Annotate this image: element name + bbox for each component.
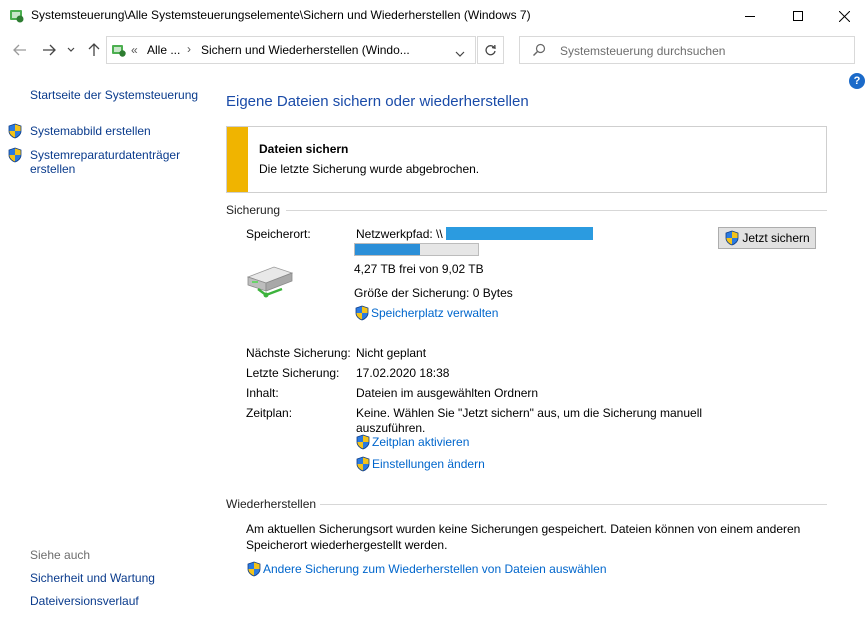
enable-schedule-link[interactable]: Zeitplan aktivieren [372,435,469,449]
back-arrow-icon [13,44,26,56]
breadcrumb-backup-restore[interactable]: Sichern und Wiederherstellen (Windo... [201,43,410,57]
drive-usage-bar [354,243,479,256]
window-title: Systemsteuerung\Alle Systemsteuerungsele… [31,8,531,22]
last-backup-value: 17.02.2020 18:38 [356,366,450,380]
sidebar-item-repair-disc-line2: erstellen [30,162,76,176]
back-button[interactable] [10,40,30,60]
maximize-icon [793,11,803,21]
drive-usage-fill [355,244,420,255]
backup-section-divider [286,210,827,211]
backup-size-text: Größe der Sicherung: 0 Bytes [354,286,513,300]
sidebar-item-repair-disc-line1: Systemreparaturdatenträger [30,148,181,162]
forward-arrow-icon [43,44,56,56]
uac-shield-icon [7,147,23,163]
manage-space-link[interactable]: Speicherplatz verwalten [371,306,498,320]
search-box[interactable]: Systemsteuerung durchsuchen [519,36,855,64]
uac-shield-icon [355,434,371,450]
uac-shield-icon [7,123,23,139]
refresh-button[interactable] [477,36,504,64]
chevron-down-icon [67,47,75,52]
contents-value: Dateien im ausgewählten Ordnern [356,386,539,400]
change-settings-link[interactable]: Einstellungen ändern [372,457,485,471]
alert-title: Dateien sichern [259,142,349,156]
help-button[interactable]: ? [849,73,865,89]
uac-shield-icon [724,230,740,246]
breadcrumb-separator[interactable]: › [187,42,191,56]
forward-button[interactable] [39,40,59,60]
backup-alert-panel: Dateien sichern Die letzte Sicherung wur… [226,126,827,193]
up-arrow-icon [88,43,100,56]
location-label: Speicherort: [246,227,311,241]
search-icon [532,43,546,60]
last-backup-label: Letzte Sicherung: [246,366,340,380]
recent-locations-button[interactable] [64,40,78,60]
breadcrumb-overflow[interactable]: « [131,43,138,57]
restore-section-heading: Wiederherstellen [226,497,317,511]
schedule-value-line2: auszuführen. [356,421,426,435]
uac-shield-icon [354,305,370,321]
uac-shield-icon [246,561,262,577]
next-backup-label: Nächste Sicherung: [246,346,351,360]
see-also-file-history[interactable]: Dateiversionsverlauf [30,594,139,608]
restore-section-divider [320,504,827,505]
contents-label: Inhalt: [246,386,279,400]
select-other-backup-link[interactable]: Andere Sicherung zum Wiederherstellen vo… [263,562,607,576]
sidebar-item-repair-disc[interactable]: Systemreparaturdatenträger erstellen [30,148,180,176]
restore-message-line1: Am aktuellen Sicherungsort wurden keine … [246,522,801,536]
schedule-value: Keine. Wählen Sie "Jetzt sichern" aus, u… [356,406,703,420]
backup-section-heading: Sicherung [226,203,281,217]
uac-shield-icon [355,456,371,472]
backup-now-button[interactable]: Jetzt sichern [718,227,816,249]
restore-message-line2: Speicherort wiederhergestellt werden. [246,538,448,552]
network-path-redaction [446,227,593,240]
search-placeholder: Systemsteuerung durchsuchen [560,44,726,58]
location-value: Netzwerkpfad: \\ [356,227,443,241]
backup-now-label: Jetzt sichern [742,231,810,245]
sidebar-home-link[interactable]: Startseite der Systemsteuerung [30,88,198,102]
alert-warning-bar [227,127,248,192]
close-icon [838,10,850,22]
next-backup-value: Nicht geplant [356,346,427,360]
see-also-security-maintenance[interactable]: Sicherheit und Wartung [30,571,155,585]
free-space-text: 4,27 TB frei von 9,02 TB [354,262,484,276]
schedule-label: Zeitplan: [246,406,293,420]
minimize-button[interactable] [727,0,773,32]
close-button[interactable] [821,0,867,32]
maximize-button[interactable] [775,0,821,32]
chevron-down-icon [455,51,465,57]
network-drive-icon [244,263,296,302]
page-title: Eigene Dateien sichern oder wiederherste… [226,93,529,110]
minimize-icon [745,15,755,17]
see-also-heading: Siehe auch [30,548,91,562]
address-bar[interactable]: « Alle ... › Sichern und Wiederherstelle… [106,36,476,64]
sidebar-item-system-image[interactable]: Systemabbild erstellen [30,124,151,138]
help-icon: ? [853,75,861,87]
up-button[interactable] [84,40,104,60]
breadcrumb-all-items[interactable]: Alle ... [147,43,180,57]
address-dropdown-button[interactable] [455,46,465,60]
control-panel-app-icon [8,7,25,24]
alert-message: Die letzte Sicherung wurde abgebrochen. [259,162,480,176]
refresh-icon [485,44,496,55]
control-panel-icon [111,42,127,61]
